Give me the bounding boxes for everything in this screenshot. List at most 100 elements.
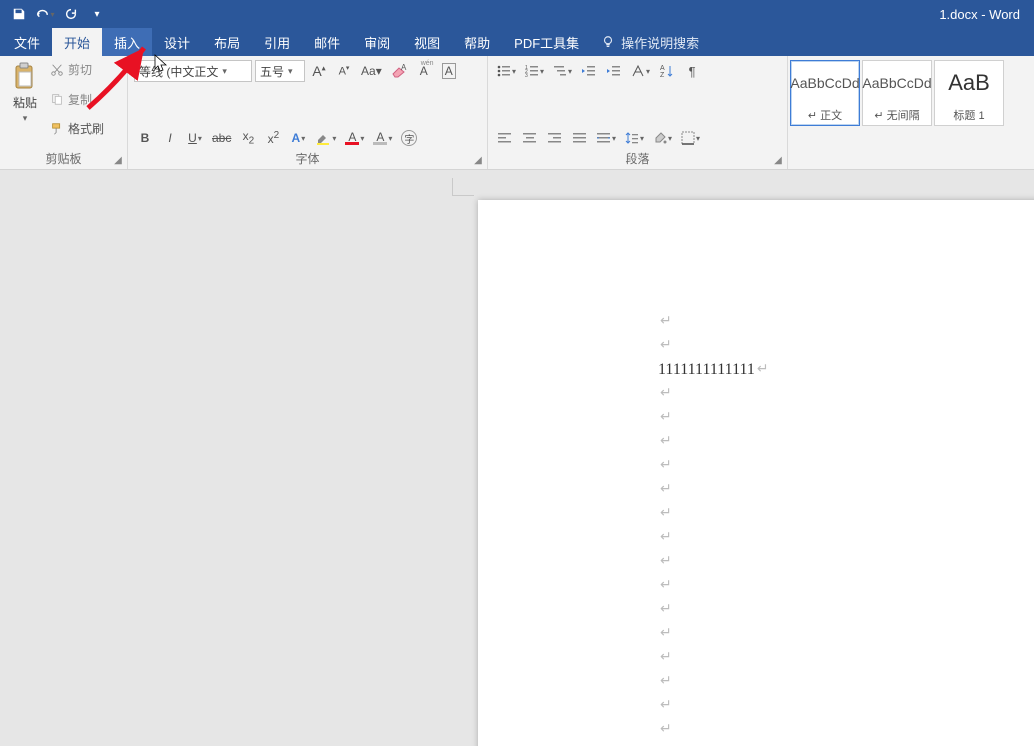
underline-button[interactable]: U▾ xyxy=(184,127,206,149)
paragraph[interactable]: ↵ xyxy=(658,406,1034,430)
paragraph[interactable]: ↵ xyxy=(658,478,1034,502)
qat-customize-button[interactable]: ▾ xyxy=(86,3,108,25)
paragraph[interactable]: ↵ xyxy=(658,454,1034,478)
line-spacing-button[interactable]: ▾ xyxy=(622,127,647,149)
align-center-button[interactable] xyxy=(519,127,541,149)
text-effects-button[interactable]: A▾ xyxy=(287,127,309,149)
enclose-char-button[interactable]: 字 xyxy=(398,127,420,149)
tab-references[interactable]: 引用 xyxy=(252,28,302,56)
distribute-button[interactable]: ▾ xyxy=(594,127,619,149)
increase-indent-button[interactable] xyxy=(603,60,625,82)
cut-button[interactable]: 剪切 xyxy=(48,60,106,79)
document-area[interactable]: ↵↵1111111111111↵↵↵↵↵↵↵↵↵↵↵↵↵↵↵↵↵↵ xyxy=(0,170,1034,746)
subscript-button[interactable]: x2 xyxy=(237,127,259,149)
show-marks-button[interactable]: ¶ xyxy=(681,60,703,82)
paragraph[interactable]: ↵ xyxy=(658,526,1034,550)
style-normal[interactable]: AaBbCcDd ↵ 正文 xyxy=(790,60,860,126)
format-painter-button[interactable]: 格式刷 xyxy=(48,119,106,138)
redo-button[interactable] xyxy=(60,3,82,25)
clear-formatting-button[interactable]: A xyxy=(388,60,410,82)
tell-me-search[interactable]: 操作说明搜索 xyxy=(591,28,709,56)
paragraph[interactable]: ↵ xyxy=(658,502,1034,526)
paintbrush-icon xyxy=(50,122,64,136)
clipboard-icon xyxy=(11,62,39,92)
tab-file[interactable]: 文件 xyxy=(2,28,52,56)
strikethrough-button[interactable]: abc xyxy=(209,127,234,149)
paragraph[interactable]: ↵ xyxy=(658,718,1034,742)
shrink-font-button[interactable]: A▾ xyxy=(333,60,355,82)
paragraph[interactable]: ↵ xyxy=(658,430,1034,454)
paragraph[interactable]: ↵ xyxy=(658,310,1034,334)
phonetic-guide-button[interactable]: wénA xyxy=(413,60,435,82)
font-launcher[interactable]: ◢ xyxy=(471,153,485,167)
tab-view[interactable]: 视图 xyxy=(402,28,452,56)
change-case-icon: Aa xyxy=(361,64,376,78)
tab-home[interactable]: 开始 xyxy=(52,28,102,56)
paragraph[interactable]: ↵ xyxy=(658,646,1034,670)
save-button[interactable] xyxy=(8,3,30,25)
copy-label: 复制 xyxy=(68,91,92,108)
justify-button[interactable] xyxy=(569,127,591,149)
paragraph[interactable]: ↵ xyxy=(658,622,1034,646)
font-family-combo[interactable]: 等线 (中文正文 ▾ xyxy=(134,60,252,82)
paragraph[interactable]: ↵ xyxy=(658,550,1034,574)
asian-layout-button[interactable]: ▾ xyxy=(628,60,653,82)
numbering-button[interactable]: 123▾ xyxy=(522,60,547,82)
paste-button[interactable]: 粘贴 ▾ xyxy=(6,60,44,126)
paragraph-mark-icon: ↵ xyxy=(660,526,672,550)
char-shading-icon: A xyxy=(373,132,387,145)
bullets-button[interactable]: ▾ xyxy=(494,60,519,82)
paragraph[interactable]: ↵ xyxy=(658,670,1034,694)
superscript-button[interactable]: x2 xyxy=(262,127,284,149)
borders-button[interactable]: ▾ xyxy=(678,127,703,149)
tab-help[interactable]: 帮助 xyxy=(452,28,502,56)
paragraph-mark-icon: ↵ xyxy=(660,550,672,574)
paragraph[interactable]: ↵ xyxy=(658,574,1034,598)
align-right-button[interactable] xyxy=(544,127,566,149)
highlight-button[interactable]: ▾ xyxy=(312,127,339,149)
tab-design[interactable]: 设计 xyxy=(152,28,202,56)
paragraph[interactable]: ↵ xyxy=(658,694,1034,718)
tab-layout[interactable]: 布局 xyxy=(202,28,252,56)
enclose-icon: 字 xyxy=(401,130,417,146)
paragraph-mark-icon: ↵ xyxy=(660,430,672,454)
clipboard-launcher[interactable]: ◢ xyxy=(111,153,125,167)
shading-button[interactable]: ▾ xyxy=(650,127,675,149)
align-right-icon xyxy=(548,132,562,144)
tab-pdf-tools[interactable]: PDF工具集 xyxy=(502,28,591,56)
paragraph-mark-icon: ↵ xyxy=(660,502,672,526)
svg-text:Z: Z xyxy=(660,72,665,78)
change-case-button[interactable]: Aa▾ xyxy=(358,60,385,82)
char-shading-button[interactable]: A▾ xyxy=(370,127,395,149)
bold-button[interactable]: B xyxy=(134,127,156,149)
style-heading-1[interactable]: AaB 标题 1 xyxy=(934,60,1004,126)
sort-button[interactable]: AZ xyxy=(656,60,678,82)
tab-insert[interactable]: 插入 xyxy=(102,28,152,56)
char-border-button[interactable]: A xyxy=(438,60,460,82)
tab-review[interactable]: 审阅 xyxy=(352,28,402,56)
group-paragraph-label: 段落 xyxy=(488,150,787,167)
grow-font-button[interactable]: A▴ xyxy=(308,60,330,82)
paragraph[interactable]: ↵ xyxy=(658,382,1034,406)
copy-button[interactable]: 复制 xyxy=(48,90,106,109)
style-preview: AaBbCcDd xyxy=(863,61,931,105)
undo-button[interactable]: ▾ xyxy=(34,3,56,25)
document-page[interactable]: ↵↵1111111111111↵↵↵↵↵↵↵↵↵↵↵↵↵↵↵↵↵↵ xyxy=(478,200,1034,746)
font-color-button[interactable]: A▾ xyxy=(342,127,367,149)
multilevel-list-button[interactable]: ▾ xyxy=(550,60,575,82)
paragraph-mark-icon: ↵ xyxy=(757,358,769,382)
align-left-button[interactable] xyxy=(494,127,516,149)
format-painter-label: 格式刷 xyxy=(68,120,104,137)
sort-icon: AZ xyxy=(660,64,674,78)
paragraph-launcher[interactable]: ◢ xyxy=(771,153,785,167)
paragraph[interactable]: ↵ xyxy=(658,742,1034,746)
decrease-indent-button[interactable] xyxy=(578,60,600,82)
tab-mailings[interactable]: 邮件 xyxy=(302,28,352,56)
font-color-icon: A xyxy=(345,132,359,145)
font-size-combo[interactable]: 五号 ▾ xyxy=(255,60,305,82)
paragraph[interactable]: ↵ xyxy=(658,598,1034,622)
style-no-spacing[interactable]: AaBbCcDd ↵ 无间隔 xyxy=(862,60,932,126)
paragraph[interactable]: 1111111111111↵ xyxy=(658,358,1034,382)
italic-button[interactable]: I xyxy=(159,127,181,149)
paragraph[interactable]: ↵ xyxy=(658,334,1034,358)
